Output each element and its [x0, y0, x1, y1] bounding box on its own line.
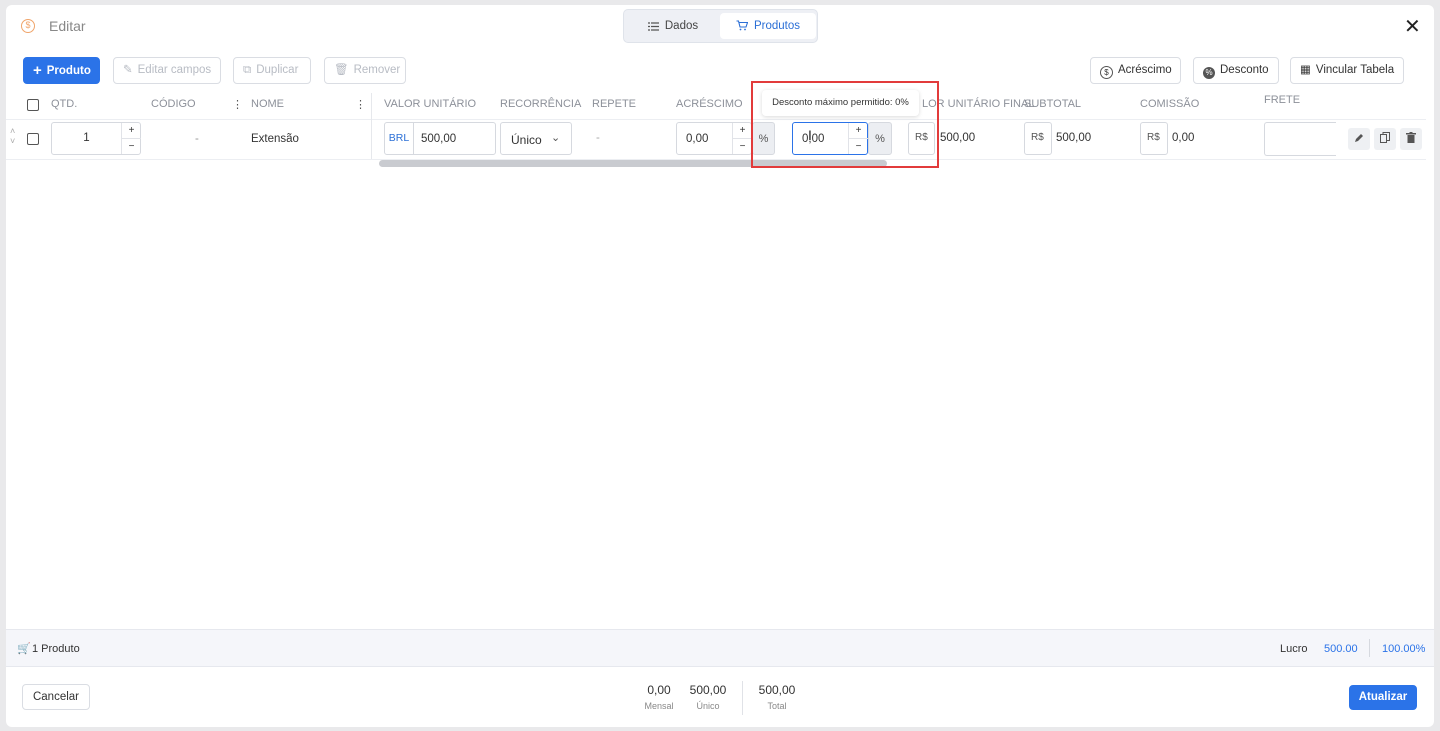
- select-all-checkbox[interactable]: [27, 99, 39, 111]
- close-icon[interactable]: ✕: [1404, 17, 1421, 37]
- remove-label: Remover: [353, 64, 401, 76]
- tab-dados[interactable]: Dados: [628, 13, 718, 39]
- quantity-decrement[interactable]: −: [121, 139, 141, 154]
- discount-label: Desconto: [1220, 64, 1269, 76]
- surcharge-decrement[interactable]: −: [732, 139, 752, 154]
- nome-value: Extensão: [251, 133, 299, 145]
- chevron-down-icon: ⌄: [551, 132, 561, 144]
- tab-produtos[interactable]: Produtos: [720, 13, 816, 39]
- table-icon: ▦: [1300, 64, 1311, 76]
- add-product-button[interactable]: + Produto: [23, 57, 100, 84]
- col-repete: REPETE: [592, 98, 637, 110]
- frozen-divider: [371, 93, 372, 159]
- link-table-label: Vincular Tabela: [1315, 64, 1395, 76]
- col-comissao: COMISSÃO: [1140, 98, 1200, 110]
- recurrence-value: Único: [511, 133, 542, 147]
- col-menu-icon[interactable]: ⋮: [355, 98, 366, 111]
- product-count: 1 Produto: [32, 643, 80, 655]
- repete-value: -: [596, 132, 600, 144]
- final-unit-value: 500,00: [940, 132, 976, 144]
- tab-produtos-label: Produtos: [753, 20, 801, 32]
- update-button[interactable]: Atualizar: [1349, 685, 1417, 710]
- add-product-label: Produto: [46, 65, 91, 77]
- summary-bar: 🛒 1 Produto Lucro 500.00 100.00%: [6, 629, 1434, 667]
- subtotal-value: 500,00: [1056, 132, 1092, 144]
- remove-button[interactable]: 🗑 Remover: [324, 57, 406, 84]
- annotation-highlight-box: [751, 81, 939, 168]
- profit-label: Lucro: [1280, 643, 1308, 655]
- edit-fields-label: Editar campos: [137, 64, 212, 76]
- delete-row-icon[interactable]: [1400, 128, 1422, 150]
- plus-icon: +: [33, 62, 42, 79]
- grand-total-label: Total: [767, 701, 787, 711]
- frete-input[interactable]: [1264, 122, 1336, 156]
- copy-icon: ⧉: [243, 64, 252, 76]
- duplicate-button[interactable]: ⧉ Duplicar: [233, 57, 311, 84]
- trash-icon: 🗑: [334, 64, 349, 76]
- col-valor-unitario: VALOR UNITÁRIO: [384, 98, 477, 110]
- surcharge-button[interactable]: $ Acréscimo: [1090, 57, 1181, 84]
- cart-icon: [736, 20, 749, 31]
- surcharge-increment[interactable]: +: [732, 123, 752, 139]
- quantity-value: 1: [83, 132, 90, 144]
- monthly-total-value: 0,00: [647, 683, 671, 697]
- quantity-stepper[interactable]: 1 + −: [51, 122, 141, 155]
- one-time-total-value: 500,00: [689, 683, 727, 697]
- col-nome: NOME: [251, 98, 284, 110]
- col-codigo: CÓDIGO: [151, 98, 196, 110]
- modal-title: Editar: [49, 18, 86, 34]
- subtotal-currency-label: R$: [1031, 132, 1044, 143]
- subtotal-currency: R$: [1024, 122, 1052, 155]
- pencil-icon: ✎: [123, 64, 133, 76]
- link-table-button[interactable]: ▦ Vincular Tabela: [1290, 57, 1404, 84]
- col-frete: FRETE: [1264, 94, 1301, 106]
- col-recorrencia: RECORRÊNCIA: [500, 98, 582, 110]
- surcharge-input[interactable]: 0,00 + −: [676, 122, 752, 155]
- commission-currency-label: R$: [1147, 132, 1160, 143]
- reorder-handle-icon[interactable]: ˄ ˅: [10, 126, 15, 146]
- cancel-button[interactable]: Cancelar: [22, 684, 90, 710]
- cart-icon: 🛒: [17, 643, 31, 655]
- duplicate-label: Duplicar: [256, 64, 299, 76]
- grand-total-value: 500,00: [758, 683, 796, 697]
- unit-value-input[interactable]: BRL 500,00: [384, 122, 496, 155]
- discount-button[interactable]: % Desconto: [1193, 57, 1279, 84]
- col-menu-icon[interactable]: ⋮: [232, 98, 243, 111]
- totals-divider: [742, 681, 743, 715]
- money-plus-icon: $: [1100, 66, 1113, 79]
- profit-value: 500.00: [1324, 643, 1358, 655]
- list-icon: [647, 22, 659, 31]
- one-time-total-label: Único: [696, 701, 720, 711]
- codigo-value: -: [195, 133, 199, 145]
- profit-percent: 100.00%: [1382, 643, 1426, 655]
- discount-icon: %: [1203, 67, 1215, 79]
- commission-currency: R$: [1140, 122, 1168, 155]
- quantity-increment[interactable]: +: [121, 123, 141, 139]
- col-subtotal: SUBTOTAL: [1024, 98, 1082, 110]
- unit-value: 500,00: [421, 133, 457, 145]
- surcharge-value: 0,00: [686, 133, 709, 145]
- edit-fields-button[interactable]: ✎ Editar campos: [113, 57, 221, 84]
- tab-switcher: Dados Produtos: [623, 9, 818, 43]
- divider: [1369, 639, 1370, 657]
- col-acrescimo: ACRÉSCIMO: [676, 98, 743, 110]
- edit-modal: $ Editar Dados Produtos ✕ + Produto ✎ Edit…: [6, 5, 1434, 727]
- recurrence-select[interactable]: Único ⌄: [500, 122, 572, 155]
- commission-value: 0,00: [1172, 132, 1195, 144]
- dollar-circle-icon: $: [21, 19, 35, 33]
- currency-selector[interactable]: BRL: [385, 123, 414, 154]
- tab-dados-label: Dados: [664, 20, 699, 32]
- edit-row-icon[interactable]: [1348, 128, 1370, 150]
- duplicate-row-icon[interactable]: [1374, 128, 1396, 150]
- col-qtd: QTD.: [51, 98, 78, 110]
- row-checkbox[interactable]: [27, 133, 39, 145]
- monthly-total-label: Mensal: [644, 701, 674, 711]
- surcharge-label: Acréscimo: [1118, 64, 1172, 76]
